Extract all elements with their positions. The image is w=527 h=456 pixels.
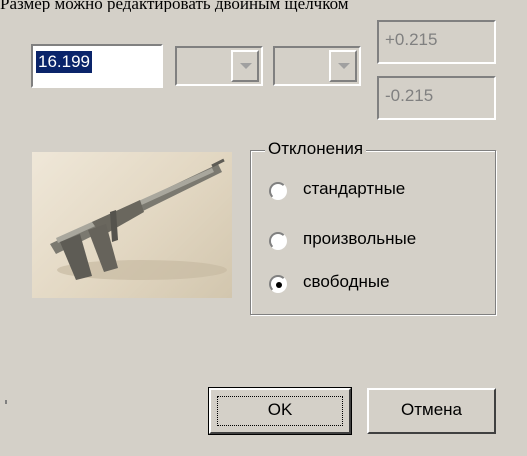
tolerance-class-combo-2[interactable] [273,46,361,86]
cancel-button[interactable]: Отмена [367,388,496,434]
dimension-value-text: 16.199 [36,51,92,73]
upper-tolerance-text: +0.215 [385,30,438,49]
divider-mark [5,400,7,404]
cancel-button-label: Отмена [401,400,462,419]
chevron-down-icon[interactable] [231,50,259,82]
radio-standard-circle[interactable] [269,182,287,200]
caliper-photo [32,152,232,298]
radio-selected-dot [276,282,282,288]
radio-standard-label[interactable]: стандартные [303,179,405,199]
lower-tolerance-field[interactable]: -0.215 [377,76,496,120]
ok-button-label: OK [267,400,293,419]
radio-custom-label[interactable]: произвольные [303,229,416,249]
radio-custom-circle[interactable] [269,232,287,250]
chevron-down-icon[interactable] [329,50,357,82]
radio-free-circle[interactable] [269,275,287,293]
caliper-icon [50,158,227,280]
dimension-value-input[interactable]: 16.199 [31,44,163,88]
ok-button[interactable]: OK [208,387,352,435]
upper-tolerance-field[interactable]: +0.215 [377,20,496,64]
deviations-group: Отклонения стандартные произвольные своб… [250,139,496,315]
radio-free-label[interactable]: свободные [303,272,390,292]
tolerance-class-combo-1[interactable] [175,46,263,86]
lower-tolerance-text: -0.215 [385,86,434,105]
deviations-group-title: Отклонения [265,139,367,159]
dialog-caption: Размер можно редактировать двойным щелчк… [0,0,349,12]
